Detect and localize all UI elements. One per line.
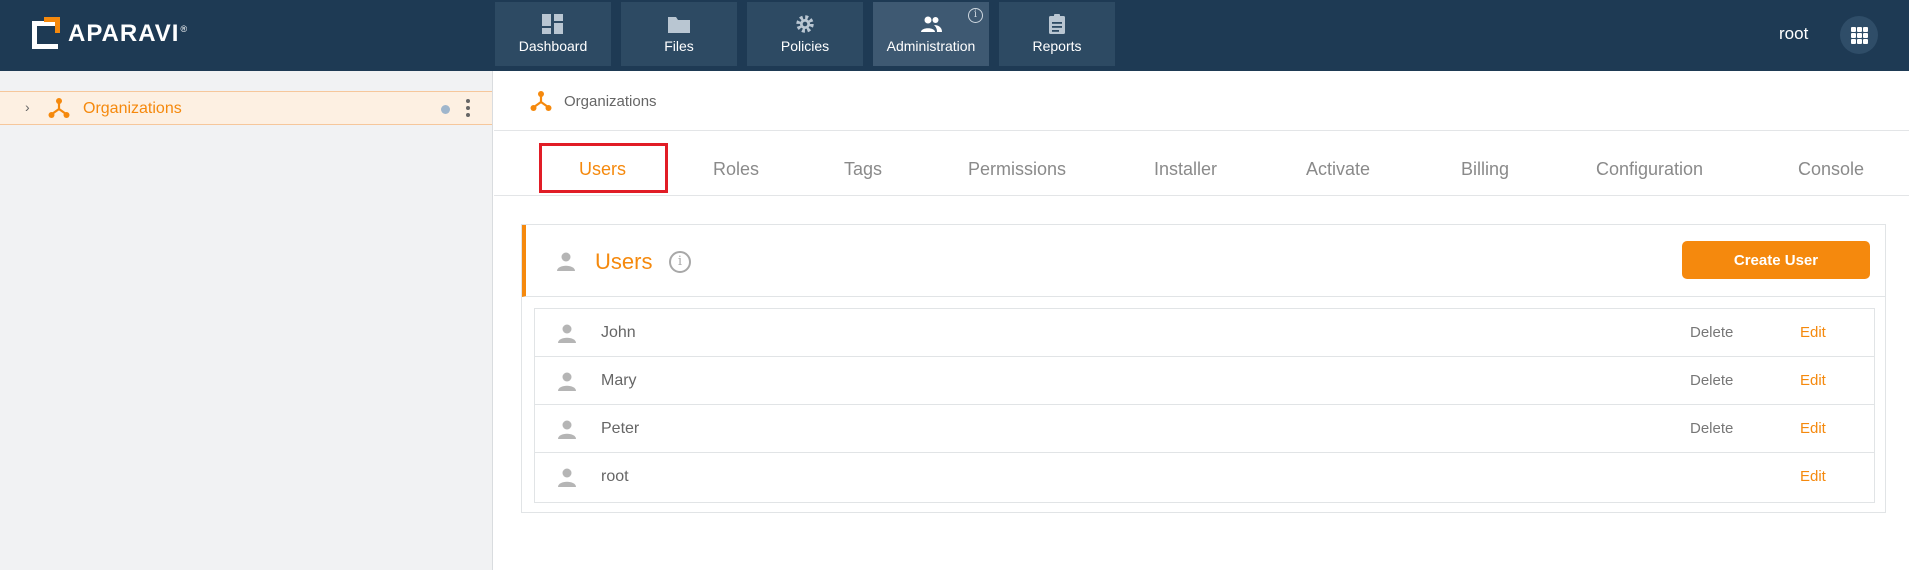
status-dot — [441, 105, 450, 114]
delete-user-button[interactable]: Delete — [1690, 420, 1733, 437]
clipboard-icon — [1049, 14, 1065, 34]
logo-text: APARAVI — [68, 20, 180, 47]
users-panel: Users i Create User John Delete Edit Mar… — [521, 224, 1886, 513]
create-user-button[interactable]: Create User — [1682, 241, 1870, 279]
tab-activate[interactable]: Activate — [1306, 159, 1370, 180]
user-name: John — [601, 324, 636, 341]
nav-reports[interactable]: Reports — [999, 2, 1115, 66]
nav-administration-label: Administration — [886, 38, 976, 54]
breadcrumb: Organizations — [494, 71, 1909, 131]
users-panel-header: Users i Create User — [522, 225, 1885, 297]
user-name: root — [601, 468, 629, 485]
tab-installer[interactable]: Installer — [1154, 159, 1217, 180]
delete-user-button[interactable]: Delete — [1690, 324, 1733, 341]
current-user-name[interactable]: root — [1779, 24, 1808, 44]
user-icon — [558, 372, 576, 391]
user-icon — [558, 468, 576, 487]
nav-files[interactable]: Files — [621, 2, 737, 66]
tab-console[interactable]: Console — [1798, 159, 1864, 180]
page-title: Users — [595, 249, 653, 274]
tab-bar: Users Roles Tags Permissions Installer A… — [494, 131, 1909, 196]
delete-user-button[interactable]: Delete — [1690, 372, 1733, 389]
gear-icon — [796, 15, 814, 33]
table-row: Mary Delete Edit — [535, 357, 1874, 405]
user-name: Mary — [601, 372, 637, 389]
sidebar-item-label: Organizations — [83, 100, 182, 117]
logo-registered-mark: ® — [180, 24, 188, 34]
organization-icon — [48, 98, 70, 118]
table-row: Peter Delete Edit — [535, 405, 1874, 453]
users-list: John Delete Edit Mary Delete Edit Peter … — [534, 308, 1875, 503]
nav-dashboard[interactable]: Dashboard — [495, 2, 611, 66]
tab-roles[interactable]: Roles — [713, 159, 759, 180]
user-icon — [558, 420, 576, 439]
logo-mark-icon — [32, 17, 62, 51]
active-tab-highlight — [539, 143, 668, 193]
edit-user-button[interactable]: Edit — [1800, 324, 1826, 341]
nav-administration[interactable]: Administration i — [873, 2, 989, 66]
tab-tags[interactable]: Tags — [844, 159, 882, 180]
table-row: root Edit — [535, 453, 1874, 501]
user-icon — [558, 324, 576, 343]
sidebar: › Organizations — [0, 71, 493, 570]
info-icon[interactable]: i — [968, 8, 983, 23]
tab-configuration[interactable]: Configuration — [1596, 159, 1703, 180]
chevron-right-icon[interactable]: › — [25, 99, 30, 115]
edit-user-button[interactable]: Edit — [1800, 372, 1826, 389]
info-icon[interactable]: i — [669, 251, 691, 273]
nav-files-label: Files — [664, 38, 694, 54]
folder-icon — [668, 17, 690, 33]
edit-user-button[interactable]: Edit — [1800, 468, 1826, 485]
nav-policies[interactable]: Policies — [747, 2, 863, 66]
tab-billing[interactable]: Billing — [1461, 159, 1509, 180]
sidebar-item-organizations[interactable]: › Organizations — [0, 91, 492, 125]
aparavi-logo[interactable]: APARAVI ® — [32, 16, 187, 52]
table-row: John Delete Edit — [535, 309, 1874, 357]
user-icon — [557, 252, 575, 271]
edit-user-button[interactable]: Edit — [1800, 420, 1826, 437]
apps-menu-button[interactable] — [1840, 16, 1878, 54]
more-options-icon[interactable] — [465, 99, 471, 119]
user-name: Peter — [601, 420, 640, 437]
nav-reports-label: Reports — [1032, 38, 1082, 54]
organization-icon — [530, 91, 552, 111]
people-icon — [921, 16, 942, 32]
nav-dashboard-label: Dashboard — [518, 38, 588, 54]
nav-policies-label: Policies — [780, 38, 830, 54]
breadcrumb-label[interactable]: Organizations — [564, 93, 657, 110]
grid-icon — [1851, 27, 1868, 44]
top-bar: APARAVI ® Dashboard Files Policies Admin… — [0, 0, 1909, 71]
tab-permissions[interactable]: Permissions — [968, 159, 1066, 180]
dashboard-icon — [542, 14, 563, 34]
